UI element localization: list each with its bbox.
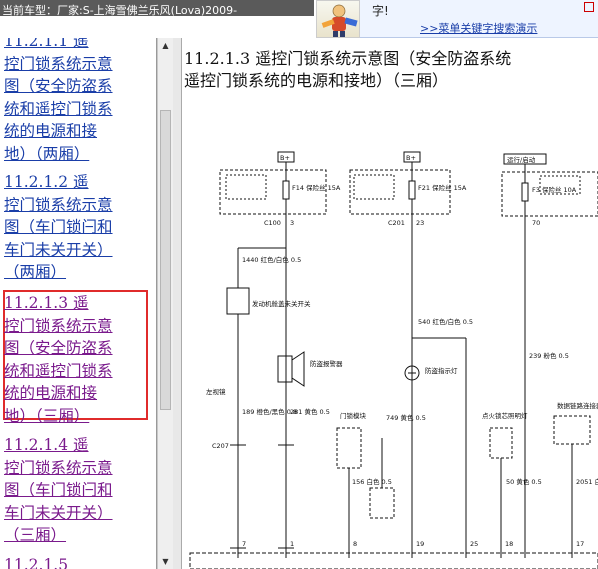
toc-item-label: 11.2.1.1 遥 控门锁系统示意 图（安全防盗系 统和遥控门锁系 统的电源和… (4, 38, 113, 163)
ignition-switch-label: 点火锁芯照明灯 (482, 411, 528, 420)
wire-749-label: 749 黄色 0.5 (386, 413, 426, 422)
wire-189-label: 189 橙色/黑色 0.8 (242, 407, 297, 416)
toc-item-11-2-1-3[interactable]: 11.2.1.3 遥 控门锁系统示意 图（安全防盗系 统和遥控门锁系 统的电源和… (4, 292, 144, 427)
fuse-f14-label: F14 保险丝 15A (292, 183, 341, 192)
toc-item-label: 11.2.1.2 遥 控门锁系统示意 图（车门锁闩和 车门未关开关） （两厢） (4, 173, 113, 281)
pin-19-label: 19 (416, 540, 424, 548)
wire-156-label: 156 白色 0.5 (352, 477, 392, 486)
page-title-line-2: 遥控门锁系统的电源和接地）（三厢） (184, 71, 449, 90)
toc-item-11-2-1-5[interactable]: 11.2.1.5 (4, 554, 144, 569)
current-model-bar: 当前车型：厂家:S-上海雪佛兰乐风(Lova)2009- (0, 0, 314, 17)
fuse-f21-label: F21 保险丝 15A (418, 183, 467, 192)
frame-splitter[interactable] (173, 38, 182, 569)
bplus-label-2: B+ (406, 154, 416, 162)
wiring-diagram: B+ B+ 运行/启动 F14 保险丝 15A F21 保险丝 15A F3 保… (189, 151, 598, 569)
scrollbar-thumb[interactable] (160, 110, 171, 410)
pin-1-label: 1 (290, 540, 294, 548)
door-lock-module-label: 门锁模块 (340, 411, 367, 420)
current-model-label: 当前车型：厂家:S-上海雪佛兰乐风(Lova)2009- (2, 4, 238, 17)
wire-50-label: 50 黄色 0.5 (506, 477, 542, 486)
dlc-label: 数据链路连接器(DLC) (557, 401, 598, 410)
close-icon[interactable] (584, 2, 594, 12)
wire-1440-label: 1440 红色/白色 0.5 (242, 255, 301, 264)
connector-c201-label: C201 (388, 219, 405, 227)
toc-item-11-2-1-2[interactable]: 11.2.1.2 遥 控门锁系统示意 图（车门锁闩和 车门未关开关） （两厢） (4, 171, 144, 284)
pin-23-label: 23 (416, 219, 424, 227)
pin-3-label: 3 (290, 219, 294, 227)
toc-item-label: 11.2.1.5 (4, 556, 69, 569)
toc-item-11-2-1-1[interactable]: 11.2.1.1 遥 控门锁系统示意 图（安全防盗系 统和遥控门锁系 统的电源和… (4, 38, 144, 165)
connector-c100-label: C100 (264, 219, 281, 227)
left-mirror-label: 左视镜 (206, 387, 226, 396)
promo-text: 字! (372, 4, 389, 18)
fuse-f3-label: F3 保险丝 10A (532, 185, 577, 194)
main-content: 11.2.1.3 遥控门锁系统示意图（安全防盗系统 遥控门锁系统的电源和接地）（… (182, 38, 598, 569)
keyword-search-demo-link[interactable]: >>菜单关键字搜索演示 (420, 20, 537, 36)
sidebar-scrollbar[interactable]: ▲ ▼ (157, 38, 173, 569)
siren-label: 防盗报警器 (310, 359, 343, 368)
toc-item-11-2-1-4[interactable]: 11.2.1.4 遥 控门锁系统示意 图（车门锁闩和 车门未关开关） （三厢） (4, 434, 144, 547)
security-led-label: 防盗指示灯 (425, 366, 458, 375)
toc-item-label: 11.2.1.4 遥 控门锁系统示意 图（车门锁闩和 车门未关开关） （三厢） (4, 436, 113, 544)
page-title-line-1: 11.2.1.3 遥控门锁系统示意图（安全防盗系统 (184, 49, 512, 68)
top-bar: 当前车型：厂家:S-上海雪佛兰乐风(Lova)2009- 字! >>菜单关键字搜… (0, 0, 598, 38)
toc-item-label: 11.2.1.3 遥 控门锁系统示意 图（安全防盗系 统和遥控门锁系 统的电源和… (4, 294, 113, 425)
wire-239-label: 239 粉色 0.5 (529, 351, 569, 360)
wire-2051-label: 2051 白色/黑色 0.5 (576, 477, 598, 486)
search-promo-panel: 字! >>菜单关键字搜索演示 (360, 0, 598, 38)
pin-70-label: 70 (532, 219, 540, 227)
bplus-label-1: B+ (280, 154, 290, 162)
hood-switch-label: 发动机舱盖未关开关 (252, 299, 311, 308)
pin-18-label: 18 (505, 540, 513, 548)
toc-sidebar: 11.2.1.1 遥 控门锁系统示意 图（安全防盗系 统和遥控门锁系 统的电源和… (0, 38, 157, 569)
connector-c207-label: C207 (212, 442, 229, 450)
pin-7-label: 7 (242, 540, 246, 548)
pin-8-label: 8 (353, 540, 357, 548)
scroll-up-icon[interactable]: ▲ (160, 40, 171, 51)
wire-281-label: 281 黄色 0.5 (290, 407, 330, 416)
pin-25-label: 25 (470, 540, 478, 548)
mascot-image (316, 0, 360, 38)
scroll-down-icon[interactable]: ▼ (160, 556, 171, 567)
run-start-label: 运行/启动 (507, 155, 536, 164)
page-title: 11.2.1.3 遥控门锁系统示意图（安全防盗系统 遥控门锁系统的电源和接地）（… (184, 48, 598, 92)
wire-540-label: 540 红色/白色 0.5 (418, 317, 473, 326)
pin-17-label: 17 (576, 540, 584, 548)
